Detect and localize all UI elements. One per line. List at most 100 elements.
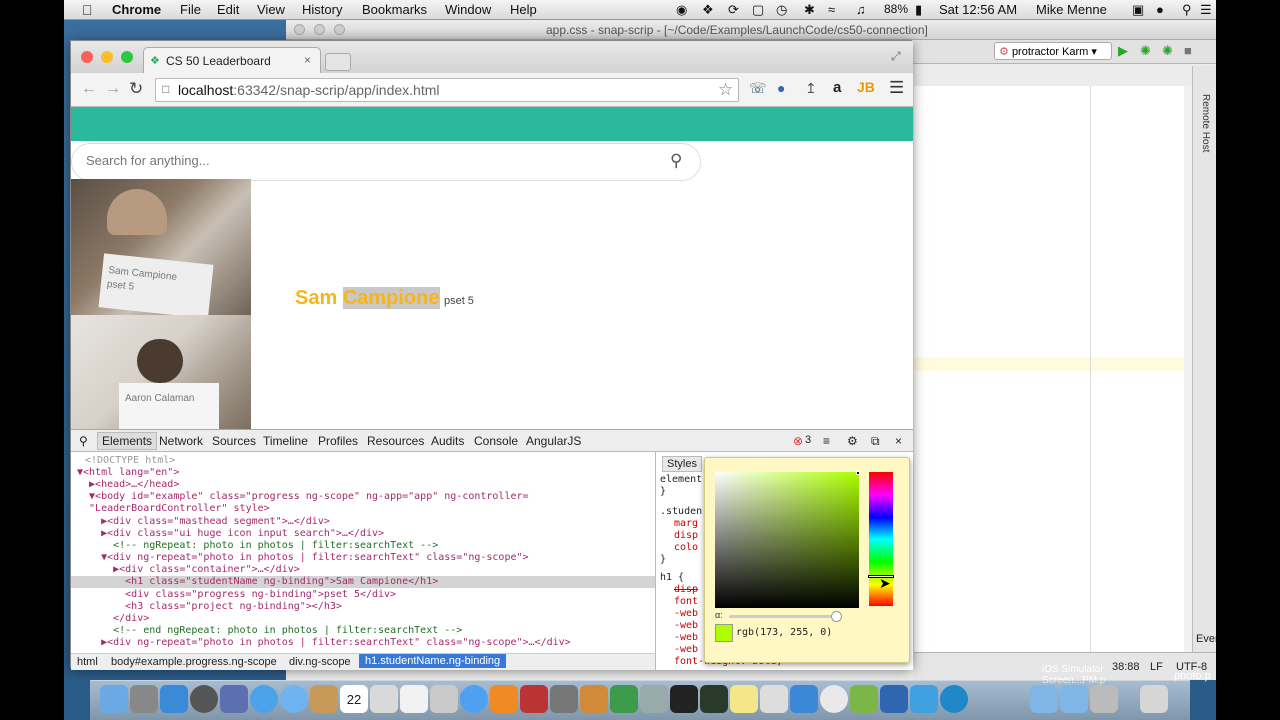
timemachine-icon[interactable]: ◷ <box>776 2 787 18</box>
code-editor[interactable] <box>914 86 1184 652</box>
dashboard-icon[interactable] <box>190 685 218 713</box>
dom-node[interactable]: ▶<head>…</head> <box>77 479 179 491</box>
menu-bookmarks[interactable]: Bookmarks <box>362 2 427 17</box>
word-icon[interactable] <box>880 685 908 713</box>
dom-node[interactable]: ▶<div class="ui huge icon input search">… <box>77 528 384 540</box>
textedit-icon[interactable] <box>760 685 788 713</box>
ide-minimize-button[interactable] <box>314 24 325 35</box>
style-property[interactable]: colo <box>674 542 698 554</box>
preview-icon[interactable] <box>220 685 248 713</box>
safari-icon[interactable] <box>250 685 278 713</box>
dom-node[interactable]: ▼<html lang="en"> <box>77 467 179 479</box>
styles-tab[interactable]: Styles <box>662 456 702 472</box>
style-property[interactable]: font <box>674 596 698 608</box>
extension-skype-icon[interactable]: ☏ <box>749 80 767 97</box>
dom-node-selected[interactable]: <h1 class="studentName ng-binding">Sam C… <box>71 576 655 588</box>
volume-icon[interactable]: ♫ <box>856 2 866 17</box>
applications-folder-icon[interactable] <box>1030 685 1058 713</box>
stop-icon[interactable]: ■ <box>1184 43 1192 58</box>
style-property[interactable]: -web <box>674 608 698 620</box>
run-config-select[interactable]: ⚙ protractor Karm ▾ <box>994 42 1112 60</box>
dom-comment[interactable]: <!-- ngRepeat: photo in photos | filter:… <box>77 540 438 552</box>
clock[interactable]: Sat 12:56 AM <box>939 2 1017 17</box>
settings-gear-icon[interactable]: ⚙ <box>847 434 858 448</box>
garageband-icon[interactable] <box>580 685 608 713</box>
app-menu[interactable]: Chrome <box>112 2 161 17</box>
spotlight-icon[interactable]: ⚲ <box>1182 2 1192 18</box>
dom-node[interactable]: <h3 class="project ng-binding"></h3> <box>77 601 342 613</box>
dom-node[interactable]: <div class="progress ng-binding">pset 5<… <box>77 589 396 601</box>
zoom-window-button[interactable] <box>121 51 133 63</box>
style-property[interactable]: disp <box>674 530 698 542</box>
run-icon[interactable]: ▶ <box>1118 43 1128 59</box>
ide-zoom-button[interactable] <box>334 24 345 35</box>
terminal-icon[interactable] <box>670 685 698 713</box>
menu-history[interactable]: History <box>302 2 342 17</box>
style-property-overridden[interactable]: disp <box>674 584 698 596</box>
style-property[interactable]: -web <box>674 644 698 656</box>
dom-node[interactable]: "LeaderBoardController" style> <box>77 503 270 515</box>
tab-close-icon[interactable]: × <box>304 53 311 67</box>
breadcrumb-item[interactable]: body#example.progress.ng-scope <box>111 656 277 668</box>
line-separator[interactable]: LF <box>1150 661 1163 673</box>
dom-comment[interactable]: <!-- end ngRepeat: photo in photos | fil… <box>77 625 462 637</box>
app-store-icon[interactable] <box>160 685 188 713</box>
desktop-file-label[interactable]: iOS Simulator <box>1042 664 1104 675</box>
style-property[interactable]: marg <box>674 518 698 530</box>
breadcrumb-item[interactable]: html <box>77 656 98 668</box>
extension-jb-icon[interactable]: JB <box>857 79 875 95</box>
tab-console[interactable]: Console <box>474 434 518 448</box>
alpha-slider[interactable] <box>729 611 842 622</box>
downloads-stack-icon[interactable] <box>1090 685 1118 713</box>
screen-icon[interactable]: ▢ <box>752 2 764 18</box>
dom-node[interactable]: <!DOCTYPE html> <box>85 455 175 467</box>
tab-sources[interactable]: Sources <box>212 434 256 448</box>
reload-icon[interactable]: ↻ <box>129 79 143 99</box>
stickies-icon[interactable] <box>730 685 758 713</box>
bluetooth-icon[interactable]: ✱ <box>804 2 815 18</box>
user-icon[interactable]: ● <box>1156 2 1164 17</box>
event-log-tab[interactable]: Event Log <box>1196 633 1216 645</box>
time-machine-icon[interactable] <box>610 685 638 713</box>
bookmark-star-icon[interactable]: ☆ <box>718 80 733 100</box>
extension-upload-icon[interactable]: ↥ <box>805 80 817 97</box>
tab-network[interactable]: Network <box>159 434 203 448</box>
tab-elements[interactable]: Elements <box>97 432 158 450</box>
notifications-icon[interactable]: ☰ <box>1200 2 1212 18</box>
breadcrumb-item[interactable]: div.ng-scope <box>289 656 351 668</box>
photo-app-icon[interactable] <box>520 685 548 713</box>
reminders-icon[interactable] <box>400 685 428 713</box>
dom-node[interactable]: ▶<div class="masthead segment">…</div> <box>77 516 330 528</box>
forward-icon[interactable]: → <box>105 80 121 98</box>
debug-icon[interactable]: ✺ <box>1140 43 1151 59</box>
xcode-icon[interactable] <box>790 685 818 713</box>
color-value[interactable]: rgb(173, 255, 0) <box>736 627 832 638</box>
menu-icon[interactable]: ☰ <box>889 78 904 98</box>
tab-profiles[interactable]: Profiles <box>318 434 358 448</box>
apple-menu-icon[interactable]:  <box>82 2 93 18</box>
finder-icon[interactable] <box>100 685 128 713</box>
saturation-cursor[interactable] <box>856 471 860 475</box>
iphoto-icon[interactable] <box>550 685 578 713</box>
saturation-value-field[interactable] <box>715 471 860 608</box>
calendar-icon[interactable]: 22 <box>340 685 368 713</box>
search-input[interactable] <box>86 153 646 168</box>
ide-close-button[interactable] <box>294 24 305 35</box>
dom-node[interactable]: ▶<div ng-repeat="photo in photos | filte… <box>77 637 571 649</box>
tab-timeline[interactable]: Timeline <box>263 434 308 448</box>
search-box[interactable]: ⚲ <box>71 143 701 181</box>
photo-booth-icon[interactable] <box>370 685 398 713</box>
tab-resources[interactable]: Resources <box>367 434 424 448</box>
dock-side-icon[interactable]: ⧉ <box>871 434 880 449</box>
extension-amazon-icon[interactable]: a <box>833 79 841 96</box>
dom-node[interactable]: ▼<body id="example" class="progress ng-s… <box>77 491 529 503</box>
new-tab-button[interactable] <box>325 53 351 71</box>
tab-active[interactable]: ❖ CS 50 Leaderboard × <box>143 47 321 73</box>
launchpad-icon[interactable] <box>130 685 158 713</box>
sync-icon[interactable]: ⟳ <box>728 2 739 18</box>
dom-node[interactable]: </div> <box>77 613 149 625</box>
error-icon[interactable]: ⊗ <box>793 434 803 448</box>
airplay-icon[interactable]: ▣ <box>1132 2 1144 18</box>
close-window-button[interactable] <box>81 51 93 63</box>
search-icon[interactable]: ⚲ <box>670 151 682 171</box>
